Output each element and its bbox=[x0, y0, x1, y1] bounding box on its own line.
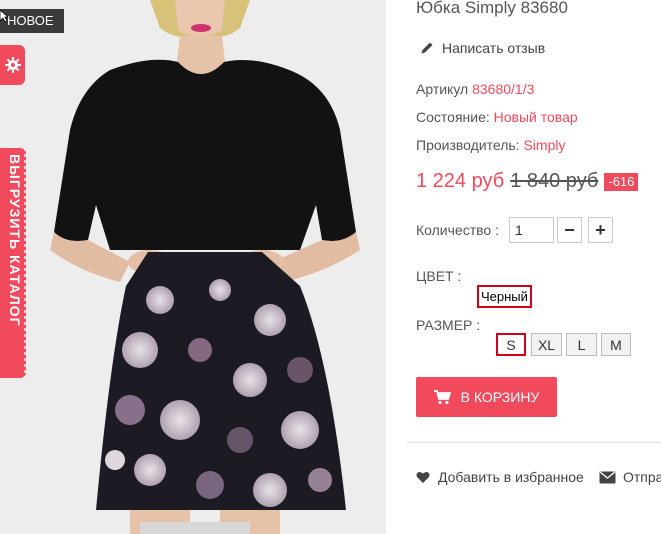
new-badge: НОВОЕ bbox=[0, 9, 64, 33]
minus-icon: − bbox=[564, 219, 575, 240]
manufacturer-row: Производитель: Simply bbox=[416, 137, 565, 153]
sku-row: Артикул 83680/1/3 bbox=[416, 81, 534, 97]
export-catalog-label: ВЫГРУЗИТЬ КАТАЛОГ bbox=[7, 154, 23, 327]
condition-row: Состояние: Новый товар bbox=[416, 109, 578, 125]
write-review-link[interactable]: Написать отзыв bbox=[420, 40, 545, 56]
color-option-black[interactable]: Черный bbox=[477, 285, 532, 308]
sku-value: 83680/1/3 bbox=[472, 81, 535, 97]
condition-label: Состояние: bbox=[416, 109, 490, 125]
size-option-xl[interactable]: XL bbox=[531, 333, 562, 356]
add-to-wishlist-label: Добавить в избранное bbox=[438, 469, 584, 485]
manufacturer-label: Производитель: bbox=[416, 137, 520, 153]
price-row: 1 224 руб 1 840 руб -616 bbox=[416, 170, 639, 193]
discount-badge: -616 bbox=[604, 172, 639, 191]
size-option-m[interactable]: M bbox=[601, 333, 631, 356]
envelope-icon bbox=[599, 470, 616, 483]
current-price: 1 224 руб bbox=[416, 170, 505, 192]
cart-icon bbox=[433, 389, 451, 404]
divider bbox=[407, 442, 661, 443]
condition-value: Новый товар bbox=[493, 109, 578, 125]
add-to-cart-label: В КОРЗИНУ bbox=[460, 389, 540, 405]
quantity-label: Количество : bbox=[416, 222, 499, 238]
size-label: РАЗМЕР : bbox=[416, 317, 481, 333]
size-option-s[interactable]: S bbox=[496, 333, 526, 356]
quantity-input[interactable] bbox=[509, 217, 554, 243]
color-label: ЦВЕТ : bbox=[416, 268, 462, 284]
old-price: 1 840 руб bbox=[510, 170, 599, 192]
product-photo-illustration bbox=[0, 0, 386, 534]
pencil-icon bbox=[421, 42, 433, 54]
add-to-cart-button[interactable]: В КОРЗИНУ bbox=[416, 377, 557, 417]
plus-icon: + bbox=[595, 219, 606, 240]
export-catalog-tab[interactable]: ВЫГРУЗИТЬ КАТАЛОГ bbox=[0, 148, 26, 378]
write-review-label: Написать отзыв bbox=[442, 40, 546, 56]
send-to-friend-link[interactable]: Отпра bbox=[599, 469, 661, 485]
sku-label: Артикул bbox=[416, 81, 469, 97]
heart-icon bbox=[416, 471, 430, 483]
product-image[interactable] bbox=[0, 0, 386, 534]
product-title: Юбка Simply 83680 bbox=[416, 0, 568, 17]
manufacturer-link[interactable]: Simply bbox=[523, 137, 565, 153]
cursor-arrow-icon bbox=[0, 9, 9, 23]
quantity-increase-button[interactable]: + bbox=[588, 217, 613, 243]
add-to-wishlist-link[interactable]: Добавить в избранное bbox=[416, 469, 584, 485]
settings-button[interactable] bbox=[0, 45, 25, 85]
quantity-decrease-button[interactable]: − bbox=[557, 217, 582, 243]
size-option-l[interactable]: L bbox=[566, 333, 597, 356]
send-to-friend-label: Отпра bbox=[623, 469, 661, 485]
gear-icon bbox=[4, 57, 21, 73]
image-pager[interactable] bbox=[140, 522, 250, 534]
new-badge-label: НОВОЕ bbox=[7, 13, 54, 28]
